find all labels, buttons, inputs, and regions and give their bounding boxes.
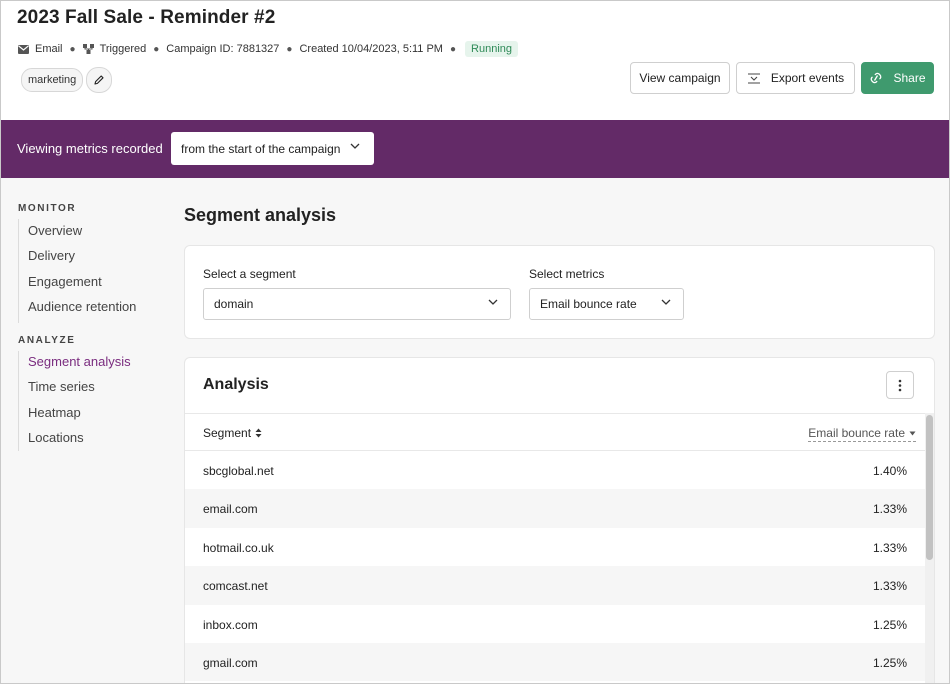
chevron-down-icon [350, 143, 360, 149]
tag-marketing[interactable]: marketing [21, 68, 84, 92]
envelope-icon [18, 44, 29, 54]
metrics-range-bar: Viewing metrics recorded from the start … [1, 120, 949, 178]
metrics-select[interactable]: Email bounce rate [529, 288, 684, 320]
table-row[interactable]: hotmail.co.uk 1.33% [185, 528, 925, 566]
meta-separator: ● [69, 43, 76, 55]
meta-separator: ● [449, 43, 457, 55]
bounce-rate-cell: 1.33% [872, 540, 907, 555]
sidebar-item-audience-retention[interactable]: Audience retention [28, 299, 136, 314]
table-row[interactable]: sbcglobal.net 1.40% [185, 451, 925, 489]
segment-column-header[interactable]: Segment [203, 426, 262, 440]
analysis-title: Analysis [203, 376, 269, 393]
bounce-rate-cell: 1.25% [872, 617, 907, 632]
analysis-card: Analysis Segment Email bounce rate sbcgl… [184, 357, 935, 683]
campaign-header: 2023 Fall Sale - Reminder #2 Email ● Tri… [1, 1, 949, 119]
channel-label: Email [35, 43, 63, 55]
segment-cell: gmail.com [203, 655, 258, 670]
pencil-icon [94, 75, 104, 85]
bounce-rate-column-label: Email bounce rate [808, 426, 905, 440]
kebab-menu-icon [898, 379, 902, 391]
share-label: Share [893, 71, 926, 85]
segment-select-label: Select a segment [203, 267, 296, 281]
scrollbar-thumb[interactable] [926, 415, 933, 560]
nav-divider [18, 351, 19, 451]
edit-tags-button[interactable] [86, 67, 112, 93]
sidebar-item-heatmap[interactable]: Heatmap [28, 405, 81, 420]
table-row[interactable]: inbox.com 1.25% [185, 605, 925, 643]
trigger-icon [82, 44, 94, 54]
meta-separator: ● [153, 43, 160, 55]
content-area: MONITOR Overview Delivery Engagement Aud… [1, 178, 949, 683]
bounce-rate-column-header[interactable]: Email bounce rate [808, 426, 916, 442]
view-campaign-label: View campaign [639, 71, 721, 85]
link-icon [871, 72, 882, 84]
nav-divider [18, 219, 19, 323]
metrics-select-label: Select metrics [529, 267, 605, 281]
segment-cell: comcast.net [203, 579, 268, 594]
segment-cell: sbcglobal.net [203, 464, 274, 478]
sidebar-item-segment-analysis[interactable]: Segment analysis [28, 354, 131, 369]
sidebar: MONITOR Overview Delivery Engagement Aud… [1, 178, 171, 683]
table-row[interactable]: gmail.com 1.25% [185, 642, 925, 682]
export-events-label: Export events [770, 71, 845, 85]
share-button[interactable]: Share [861, 62, 934, 94]
page-title: Segment analysis [184, 205, 337, 225]
status-badge: Running [465, 41, 519, 57]
metrics-select-value: Email bounce rate [540, 297, 637, 311]
segment-cell: inbox.com [203, 617, 258, 632]
app-window: 2023 Fall Sale - Reminder #2 Email ● Tri… [0, 0, 950, 684]
sidebar-item-engagement[interactable]: Engagement [28, 274, 102, 289]
export-icon [747, 72, 760, 84]
trigger-meta: Triggered [82, 43, 147, 55]
table-row[interactable]: email.com 1.33% [185, 489, 925, 528]
metrics-range-value: from the start of the campaign [181, 141, 341, 156]
table-header: Segment Email bounce rate [185, 413, 934, 451]
chevron-down-icon [488, 299, 498, 305]
sidebar-item-locations[interactable]: Locations [28, 430, 84, 445]
sidebar-item-time-series[interactable]: Time series [28, 379, 95, 394]
metrics-range-label: Viewing metrics recorded [17, 141, 163, 156]
sort-desc-icon [909, 431, 916, 435]
segment-cell: hotmail.co.uk [203, 540, 274, 555]
export-events-button[interactable]: Export events [736, 62, 855, 94]
sidebar-item-delivery[interactable]: Delivery [28, 248, 75, 263]
bounce-rate-cell: 1.25% [872, 655, 907, 670]
analyze-heading: ANALYZE [18, 335, 76, 346]
channel-meta: Email [18, 43, 63, 55]
segment-select-value: domain [214, 297, 254, 311]
created-date: Created 10/04/2023, 5:11 PM [299, 43, 443, 55]
bounce-rate-cell: 1.33% [872, 502, 907, 517]
more-options-button[interactable] [886, 371, 914, 399]
bounce-rate-cell: 1.40% [872, 464, 907, 478]
chevron-down-icon [661, 299, 671, 305]
campaign-meta: Email ● Triggered ● Campaign ID: 7881327… [18, 41, 519, 57]
table-row[interactable]: comcast.net 1.33% [185, 566, 925, 605]
monitor-heading: MONITOR [18, 203, 77, 214]
segment-cell: email.com [203, 502, 258, 517]
campaign-title: 2023 Fall Sale - Reminder #2 [17, 7, 276, 28]
segment-select[interactable]: domain [203, 288, 511, 320]
view-campaign-button[interactable]: View campaign [630, 62, 730, 94]
meta-separator: ● [286, 43, 293, 55]
campaign-id: Campaign ID: 7881327 [166, 43, 280, 55]
bounce-rate-cell: 1.33% [872, 579, 907, 594]
sidebar-item-overview[interactable]: Overview [28, 223, 82, 238]
segment-selector-card: Select a segment domain Select metrics E… [184, 245, 935, 339]
trigger-label: Triggered [99, 43, 147, 55]
table-body: sbcglobal.net 1.40% email.com 1.33% hotm… [185, 451, 925, 682]
segment-column-label: Segment [203, 426, 252, 440]
metrics-range-select[interactable]: from the start of the campaign [171, 132, 374, 165]
sort-icon [255, 428, 262, 438]
